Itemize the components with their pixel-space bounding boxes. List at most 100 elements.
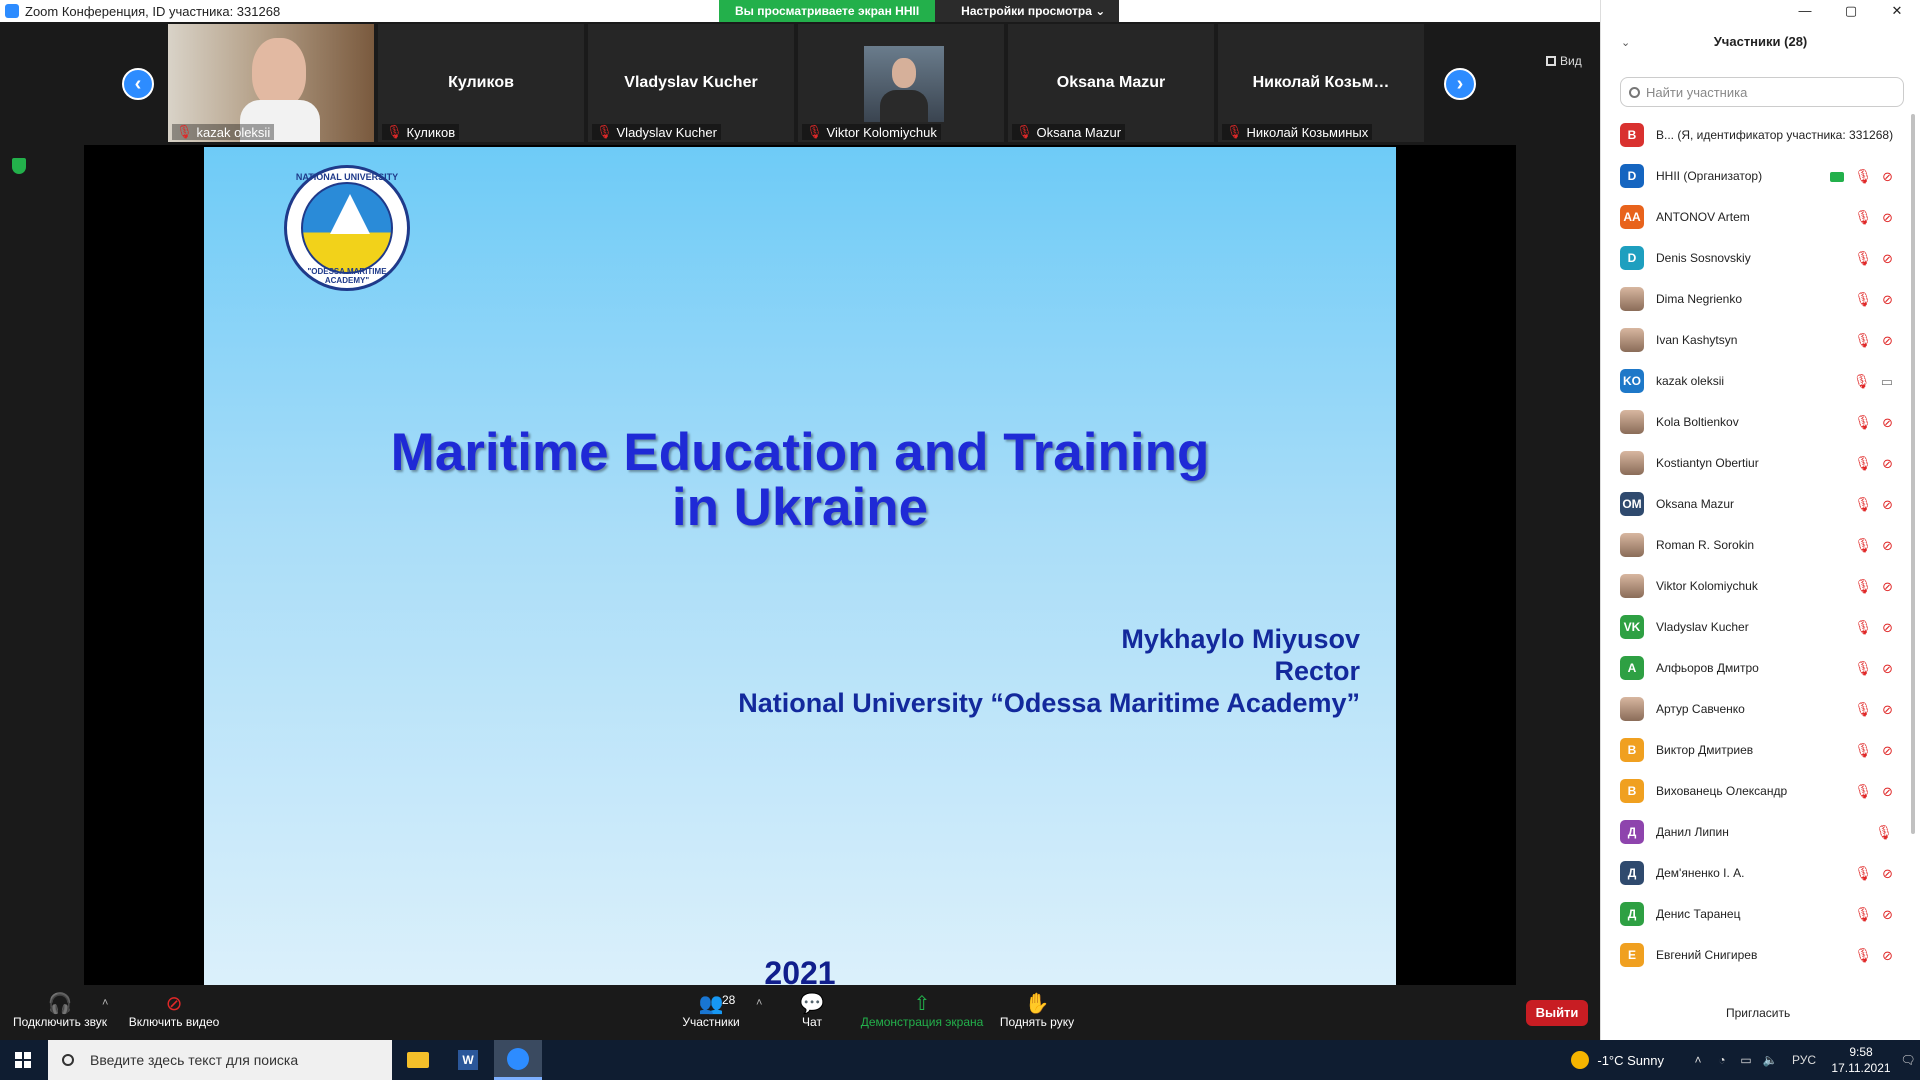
invite-button[interactable]: Пригласить xyxy=(1726,1006,1790,1020)
participant-row[interactable]: E Евгений Снигирев 🎙 ⊘ xyxy=(1601,934,1903,975)
participant-name: Виктор Дмитриев xyxy=(1656,742,1754,757)
participant-name: Roman R. Sorokin xyxy=(1656,537,1755,552)
raise-hand-button[interactable]: ✋ Поднять руку xyxy=(996,991,1078,1029)
participant-status-icons: 🎙 ▭ xyxy=(1843,373,1893,390)
participants-button[interactable]: 👥 28 Участники xyxy=(676,991,746,1029)
logo-text-top: NATIONAL UNIVERSITY xyxy=(295,172,399,182)
participant-status-icons: 🎙 ⊘ xyxy=(1844,414,1893,431)
share-screen-icon: ⇧ xyxy=(913,993,931,1015)
minimize-button[interactable]: — xyxy=(1782,0,1828,22)
network-icon[interactable]: ▭ xyxy=(1734,1053,1758,1067)
participant-row[interactable]: B Вихованець Олександр 🎙 ⊘ xyxy=(1601,770,1903,811)
participant-row[interactable]: Д Данил Липин 🎙 xyxy=(1601,811,1903,852)
avatar xyxy=(1620,286,1644,311)
clock[interactable]: 9:58 17.11.2021 xyxy=(1826,1044,1896,1076)
participant-row[interactable]: Viktor Kolomiychuk 🎙 ⊘ xyxy=(1601,565,1903,606)
participants-panel: — ▢ ✕ ⌄ Участники (28) Найти участника B… xyxy=(1600,0,1920,1040)
notifications-icon[interactable]: 🗨 xyxy=(1896,1053,1920,1067)
participant-row[interactable]: AA ANTONOV Artem 🎙 ⊘ xyxy=(1601,196,1903,237)
participant-row[interactable]: A Алфьоров Дмитро 🎙 ⊘ xyxy=(1601,647,1903,688)
leave-button[interactable]: Выйти xyxy=(1526,1000,1588,1026)
participant-name: Денис Таранец xyxy=(1656,906,1741,921)
chat-button[interactable]: 💬 Чат xyxy=(790,991,834,1029)
windows-taskbar: Введите здесь текст для поиска W -1°C Su… xyxy=(0,1040,1920,1080)
close-button[interactable]: ✕ xyxy=(1874,0,1920,22)
participant-name: ANTONOV Artem xyxy=(1656,209,1750,224)
tile-caption: 🎙 Oksana Mazur xyxy=(1012,124,1126,140)
video-tile[interactable]: Oksana Mazur 🎙 Oksana Mazur xyxy=(1008,24,1216,142)
participant-row[interactable]: D Denis Sosnovskiy 🎙 ⊘ xyxy=(1601,237,1903,278)
system-tray: -1°C Sunny ˄ ◔ ▭ 🔈 РУС 9:58 17.11.2021 🗨 xyxy=(1571,1040,1920,1080)
participant-row[interactable]: Д Дем'яненко І. А. 🎙 ⊘ xyxy=(1601,852,1903,893)
video-tile[interactable]: Vladyslav Kucher 🎙 Vladyslav Kucher xyxy=(588,24,796,142)
participant-row[interactable]: KO kazak oleksii 🎙 ▭ xyxy=(1601,360,1903,401)
mic-muted-icon: 🎙 xyxy=(176,124,193,139)
participant-row[interactable]: D HHII (Организатор) 🎙 ⊘ xyxy=(1601,155,1903,196)
join-audio-button[interactable]: 🎧 Подключить звук xyxy=(10,991,110,1029)
avatar xyxy=(1620,532,1644,557)
video-tile[interactable]: Куликов 🎙 Куликов xyxy=(378,24,586,142)
tile-caption: 🎙 Vladyslav Kucher xyxy=(592,124,721,140)
participant-status-icons: 🎙 ⊘ xyxy=(1844,250,1893,267)
participant-status-icons: 🎙 ⊘ xyxy=(1844,906,1893,923)
participant-search-input[interactable]: Найти участника xyxy=(1620,77,1904,107)
avatar: AA xyxy=(1620,204,1644,229)
participant-status-icons: 🎙 ⊘ xyxy=(1844,291,1893,308)
start-video-button[interactable]: ⊘ Включить видео xyxy=(122,991,226,1029)
language-indicator[interactable]: РУС xyxy=(1782,1053,1826,1067)
mic-muted-icon: 🎙 xyxy=(1854,783,1873,799)
audio-options-caret[interactable]: ˄ xyxy=(102,997,108,1009)
maximize-button[interactable]: ▢ xyxy=(1828,0,1874,22)
participant-row[interactable]: VK Vladyslav Kucher 🎙 ⊘ xyxy=(1601,606,1903,647)
mic-muted-icon: 🎙 xyxy=(1854,742,1873,758)
sun-icon xyxy=(1571,1051,1590,1069)
video-tile[interactable]: 🎙 Viktor Kolomiychuk xyxy=(798,24,1006,142)
view-button[interactable]: Вид xyxy=(1546,54,1582,68)
video-off-icon: ⊘ xyxy=(1882,947,1893,963)
tile-name: Куликов xyxy=(448,74,514,91)
participant-row[interactable]: Артур Савченко 🎙 ⊘ xyxy=(1601,688,1903,729)
participant-row[interactable]: Dima Negrienko 🎙 ⊘ xyxy=(1601,278,1903,319)
participant-status-icons: 🎙 ⊘ xyxy=(1844,332,1893,349)
mic-muted-icon: 🎙 xyxy=(1852,373,1871,389)
participant-row[interactable]: B B... (Я, идентификатор участника: 33126… xyxy=(1601,114,1903,155)
video-off-icon: ⊘ xyxy=(1882,414,1893,430)
participant-row[interactable]: Kola Boltienkov 🎙 ⊘ xyxy=(1601,401,1903,442)
gallery-strip: ‹ 🎙 kazak oleksii Куликов 🎙 Куликов Vladys… xyxy=(0,22,1600,144)
zoom-app[interactable] xyxy=(494,1040,542,1080)
participant-row[interactable]: Kostiantyn Obertiur 🎙 ⊘ xyxy=(1601,442,1903,483)
file-explorer-app[interactable] xyxy=(394,1040,442,1080)
logo-text-bottom: "ODESSA MARITIME ACADEMY" xyxy=(307,267,387,285)
participant-status-icons: 🎙 ⊘ xyxy=(1844,865,1893,882)
participants-options-caret[interactable]: ˄ xyxy=(756,997,762,1009)
participant-row[interactable]: OM Oksana Mazur 🎙 ⊘ xyxy=(1601,483,1903,524)
screen-share-icon xyxy=(1830,171,1845,182)
participant-row[interactable]: Roman R. Sorokin 🎙 ⊘ xyxy=(1601,524,1903,565)
video-tile[interactable]: 🎙 kazak oleksii xyxy=(168,24,376,142)
prev-page-button[interactable]: ‹ xyxy=(122,68,154,100)
video-tile[interactable]: Николай Козьм… 🎙 Николай Козьминых xyxy=(1218,24,1426,142)
weather-widget[interactable]: -1°C Sunny xyxy=(1597,1053,1664,1068)
author-block: Mykhaylo Miyusov Rector National Univers… xyxy=(738,623,1360,719)
encryption-shield-icon[interactable] xyxy=(12,158,26,174)
taskbar-search-input[interactable]: Введите здесь текст для поиска xyxy=(48,1040,392,1080)
volume-icon[interactable]: 🔈 xyxy=(1758,1053,1782,1067)
avatar: VK xyxy=(1620,614,1644,639)
chevron-up-icon[interactable]: ˄ xyxy=(1686,1053,1710,1067)
participant-name: Ivan Kashytsyn xyxy=(1656,332,1738,347)
view-options-button[interactable]: Настройки просмотра ⌄ xyxy=(935,0,1120,22)
tray-app-icon[interactable]: ◔ xyxy=(1710,1053,1734,1067)
participant-row[interactable]: Ivan Kashytsyn 🎙 ⊘ xyxy=(1601,319,1903,360)
participant-row[interactable]: Д Денис Таранец 🎙 ⊘ xyxy=(1601,893,1903,934)
participant-name: Dima Negrienko xyxy=(1656,291,1743,306)
slide-title: Maritime Education and Training in Ukrai… xyxy=(204,425,1396,535)
participants-scrollbar[interactable] xyxy=(1911,114,1915,834)
word-app[interactable]: W xyxy=(444,1040,492,1080)
participant-status-icons: 🎙 ⊘ xyxy=(1844,537,1893,554)
university-logo: NATIONAL UNIVERSITY "ODESSA MARITIME ACA… xyxy=(284,165,410,291)
share-screen-button[interactable]: ⇧ Демонстрация экрана xyxy=(858,991,986,1029)
video-off-icon: ⊘ xyxy=(1882,742,1893,758)
participant-row[interactable]: B Виктор Дмитриев 🎙 ⊘ xyxy=(1601,729,1903,770)
windows-start-icon[interactable] xyxy=(15,1052,31,1068)
next-page-button[interactable]: › xyxy=(1444,68,1476,100)
